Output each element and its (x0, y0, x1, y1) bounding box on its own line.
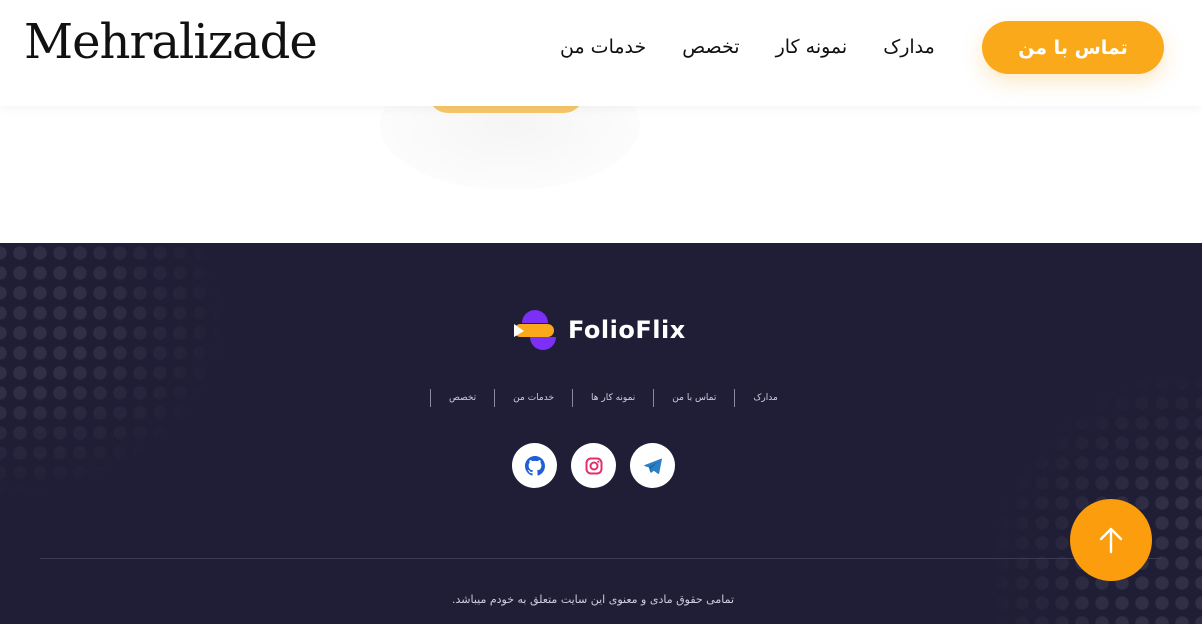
contact-button[interactable]: تماس با من (982, 21, 1164, 74)
dot-pattern-left (0, 243, 220, 493)
nav-item-services[interactable]: خدمات من (560, 36, 646, 58)
github-link[interactable] (512, 443, 557, 488)
footer-logo[interactable]: FolioFlix (514, 309, 686, 351)
footer-link-portfolio[interactable]: نمونه کار ها (573, 389, 655, 407)
footer-link-expertise[interactable]: تخصص (431, 389, 496, 407)
social-links (512, 443, 675, 488)
brand-logo-text[interactable]: Mehralizade (24, 14, 318, 70)
github-icon (524, 455, 545, 476)
instagram-link[interactable] (571, 443, 616, 488)
folioflix-logo-icon (514, 310, 556, 350)
nav-item-expertise[interactable]: تخصص (682, 36, 739, 58)
footer-links: مدارک تماس با من نمونه کار ها خدمات من ت… (430, 389, 796, 407)
scroll-to-top-button[interactable] (1070, 499, 1152, 581)
dot-pattern-right (992, 373, 1202, 624)
page: Mehralizade مدارک نمونه کار تخصص خدمات م… (0, 0, 1202, 624)
telegram-icon (643, 458, 662, 474)
site-footer: FolioFlix مدارک تماس با من نمونه کار ها … (0, 243, 1202, 624)
footer-link-contact[interactable]: تماس با من (654, 389, 736, 407)
nav-item-certificates[interactable]: مدارک (883, 36, 935, 58)
footer-link-separator (430, 389, 431, 407)
main-nav: مدارک نمونه کار تخصص خدمات من (560, 36, 935, 58)
nav-item-portfolio[interactable]: نمونه کار (776, 36, 848, 58)
footer-divider (40, 558, 1162, 559)
footer-link-certificates[interactable]: مدارک (735, 389, 795, 407)
instagram-icon (585, 457, 602, 474)
footer-link-services[interactable]: خدمات من (495, 389, 574, 407)
footer-logo-text: FolioFlix (568, 316, 686, 344)
arrow-up-icon (1099, 527, 1123, 554)
copyright-text: تمامی حقوق مادی و معنوی این سایت متعلق ب… (451, 593, 735, 606)
telegram-link[interactable] (630, 443, 675, 488)
site-header: Mehralizade مدارک نمونه کار تخصص خدمات م… (0, 0, 1202, 106)
